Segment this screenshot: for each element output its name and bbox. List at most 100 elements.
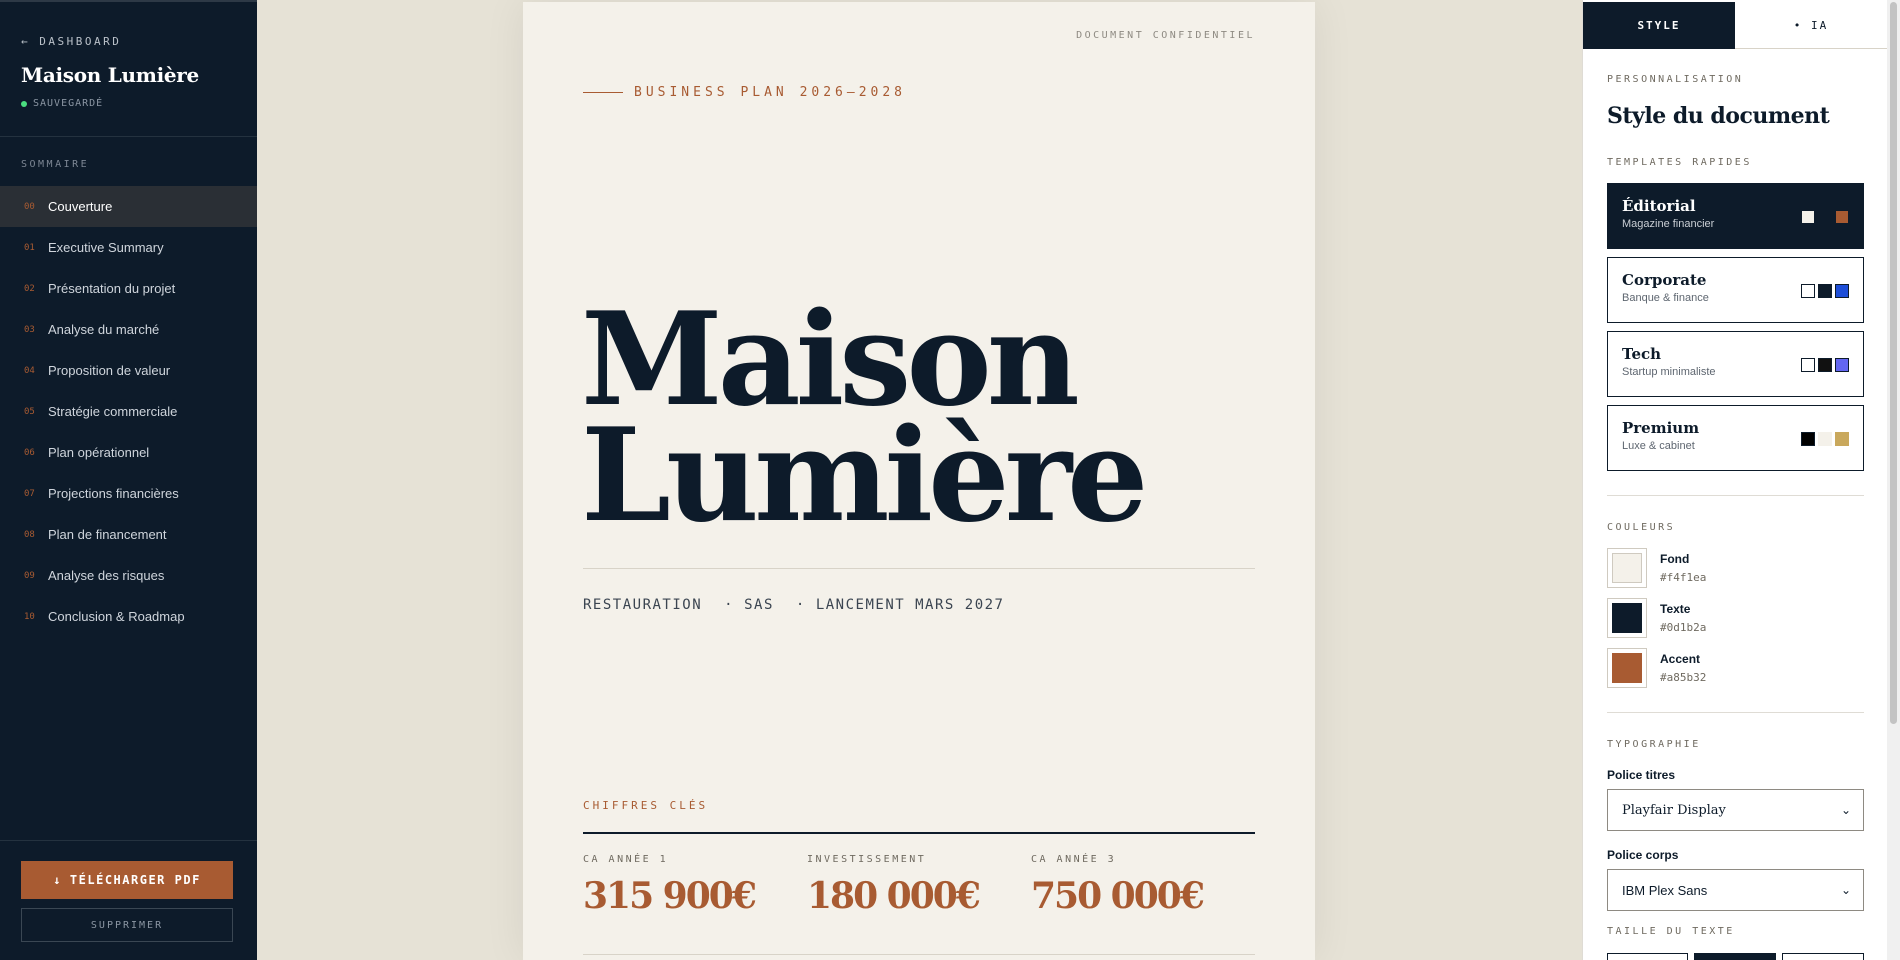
text-size-small-button[interactable] xyxy=(1607,953,1688,960)
swatch xyxy=(1835,284,1849,298)
key-figures-bottom-rule xyxy=(583,954,1255,955)
toc-item-analyse-risques[interactable]: 09 Analyse des risques xyxy=(0,555,257,596)
chevron-down-icon: ⌄ xyxy=(1840,883,1851,897)
swatch xyxy=(1818,210,1832,224)
key-figure-caption: CA ANNÉE 3 xyxy=(1031,854,1117,865)
toc-item-analyse-marche[interactable]: 03 Analyse du marché xyxy=(0,309,257,350)
color-swatch xyxy=(1612,653,1642,683)
sidebar-bottom-divider xyxy=(0,840,257,841)
toc-item-presentation-projet[interactable]: 02 Présentation du projet xyxy=(0,268,257,309)
swatch xyxy=(1835,432,1849,446)
eyebrow-rule xyxy=(583,92,623,93)
panel-tabs: STYLE • IA xyxy=(1583,0,1887,49)
toc-item-projections-financieres[interactable]: 07 Projections financières xyxy=(0,473,257,514)
key-figure: CA ANNÉE 1 315 900€ xyxy=(583,854,807,917)
swatch xyxy=(1835,210,1849,224)
scrollbar-thumb[interactable] xyxy=(1890,2,1897,724)
key-figures-heading: CHIFFRES CLÉS xyxy=(583,799,709,812)
tab-style[interactable]: STYLE xyxy=(1583,2,1735,49)
panel-divider xyxy=(1607,495,1864,496)
chevron-down-icon: ⌄ xyxy=(1840,803,1851,817)
toc-item-couverture[interactable]: 00 Couverture xyxy=(0,186,257,227)
text-size-large-button[interactable] xyxy=(1782,953,1864,960)
color-accent: Accent #a85b32 xyxy=(1607,648,1864,688)
toc-number: 04 xyxy=(24,365,35,376)
key-figures: CA ANNÉE 1 315 900€ INVESTISSEMENT 180 0… xyxy=(583,854,1255,917)
tab-ia[interactable]: • IA xyxy=(1735,2,1887,49)
toc-number: 01 xyxy=(24,242,35,253)
cover-divider xyxy=(583,568,1255,569)
toc-number: 03 xyxy=(24,324,35,335)
color-info: Fond #f4f1ea xyxy=(1660,552,1706,584)
document-page-cover: DOCUMENT CONFIDENTIEL BUSINESS PLAN 2026… xyxy=(523,2,1315,960)
toc-item-strategie-commerciale[interactable]: 05 Stratégie commerciale xyxy=(0,391,257,432)
swatch xyxy=(1801,210,1815,224)
templates-heading: TEMPLATES RAPIDES xyxy=(1607,157,1752,168)
color-info: Texte #0d1b2a xyxy=(1660,602,1706,634)
cover-title: Maison Lumière xyxy=(581,296,1301,551)
toc-number: 02 xyxy=(24,283,35,294)
cover-meta: RESTAURATION SAS LANCEMENT MARS 2027 xyxy=(583,597,1004,613)
heading-font-select[interactable]: Playfair Display ⌄ xyxy=(1607,789,1864,831)
color-swatch xyxy=(1612,603,1642,633)
toc-number: 07 xyxy=(24,488,35,499)
download-pdf-label: TÉLÉCHARGER PDF xyxy=(69,873,201,887)
swatch xyxy=(1835,358,1849,372)
save-status-label: SAUVEGARDÉ xyxy=(33,98,104,109)
color-picker-fond[interactable] xyxy=(1607,548,1647,588)
toc-label: Plan opérationnel xyxy=(48,445,150,460)
delete-button[interactable]: SUPPRIMER xyxy=(21,908,233,942)
toc-item-executive-summary[interactable]: 01 Executive Summary xyxy=(0,227,257,268)
body-font-select[interactable]: IBM Plex Sans ⌄ xyxy=(1607,869,1864,911)
color-name: Texte xyxy=(1660,602,1691,616)
key-figure-caption: INVESTISSEMENT xyxy=(807,854,927,865)
swatch xyxy=(1818,432,1832,446)
template-swatches xyxy=(1801,284,1849,298)
cover-title-line: Lumière xyxy=(581,401,1148,551)
toc-number: 05 xyxy=(24,406,35,417)
toc-item-proposition-valeur[interactable]: 04 Proposition de valeur xyxy=(0,350,257,391)
back-to-dashboard-link[interactable]: ← DASHBOARD xyxy=(21,35,121,48)
saved-dot-icon xyxy=(21,100,27,107)
color-hex: #f4f1ea xyxy=(1660,571,1707,584)
color-picker-texte[interactable] xyxy=(1607,598,1647,638)
color-hex: #0d1b2a xyxy=(1660,621,1707,634)
toc-item-conclusion-roadmap[interactable]: 10 Conclusion & Roadmap xyxy=(0,596,257,637)
swatch xyxy=(1801,432,1815,446)
template-premium[interactable]: Premium Luxe & cabinet xyxy=(1607,405,1864,471)
toc-item-plan-operationnel[interactable]: 06 Plan opérationnel xyxy=(0,432,257,473)
save-status: SAUVEGARDÉ xyxy=(21,98,103,109)
colors-heading: COULEURS xyxy=(1607,522,1676,533)
template-swatches xyxy=(1801,432,1849,446)
toc-number: 09 xyxy=(24,570,35,581)
color-picker-accent[interactable] xyxy=(1607,648,1647,688)
toc-number: 10 xyxy=(24,611,35,622)
toc-label: Analyse du marché xyxy=(48,322,160,337)
color-fond: Fond #f4f1ea xyxy=(1607,548,1864,588)
toc-item-plan-financement[interactable]: 08 Plan de financement xyxy=(0,514,257,555)
template-corporate[interactable]: Corporate Banque & finance xyxy=(1607,257,1864,323)
key-figure: INVESTISSEMENT 180 000€ xyxy=(807,854,1031,917)
toc-label: Présentation du projet xyxy=(48,281,176,296)
meta-launch: LANCEMENT MARS 2027 xyxy=(774,597,1005,613)
template-editorial[interactable]: Éditorial Magazine financier xyxy=(1607,183,1864,249)
template-tech[interactable]: Tech Startup minimaliste xyxy=(1607,331,1864,397)
text-size-medium-button[interactable] xyxy=(1694,953,1776,960)
color-hex: #a85b32 xyxy=(1660,671,1707,684)
panel-eyebrow: PERSONNALISATION xyxy=(1607,74,1744,85)
toc-label: Analyse des risques xyxy=(48,568,165,583)
panel-title: Style du document xyxy=(1607,103,1830,129)
panel-scrollbar[interactable] xyxy=(1887,0,1900,960)
color-name: Fond xyxy=(1660,552,1690,566)
text-size-heading: TAILLE DU TEXTE xyxy=(1607,926,1735,937)
meta-sector: RESTAURATION xyxy=(583,597,703,613)
body-font-value: IBM Plex Sans xyxy=(1622,882,1708,898)
typography-heading: TYPOGRAPHIE xyxy=(1607,739,1701,750)
color-name: Accent xyxy=(1660,652,1701,666)
key-figure-value: 315 900€ xyxy=(583,875,757,917)
toc-label: Plan de financement xyxy=(48,527,167,542)
sidebar: ← DASHBOARD Maison Lumière SAUVEGARDÉ SO… xyxy=(0,0,257,960)
color-texte: Texte #0d1b2a xyxy=(1607,598,1864,638)
download-pdf-button[interactable]: ↓ TÉLÉCHARGER PDF xyxy=(21,861,233,899)
swatch xyxy=(1818,358,1832,372)
